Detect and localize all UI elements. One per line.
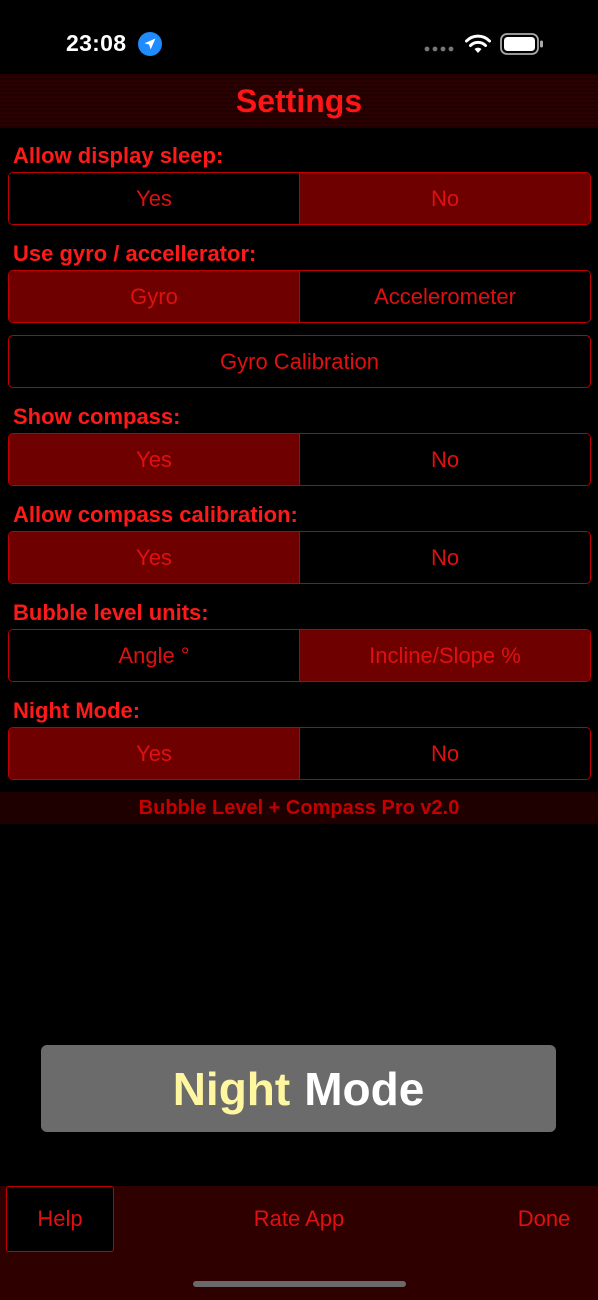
page-title: Settings	[235, 82, 363, 119]
status-bar: 23:08	[0, 0, 598, 72]
show-compass-yes-button[interactable]: Yes	[9, 434, 299, 485]
compass-calibration-no-button[interactable]: No	[299, 532, 590, 583]
gyro-calibration-button[interactable]: Gyro Calibration	[8, 335, 591, 388]
display-sleep-label: Allow display sleep:	[13, 143, 224, 168]
battery-icon	[500, 33, 543, 55]
accelerometer-button[interactable]: Accelerometer	[299, 271, 590, 322]
compass-calibration-segmented-control: Yes No	[8, 531, 591, 584]
night-mode-yes-button[interactable]: Yes	[9, 728, 299, 779]
angle-button[interactable]: Angle °	[9, 630, 299, 681]
show-compass-segmented-control: Yes No	[8, 433, 591, 486]
toast-word-night: Night	[172, 1062, 291, 1115]
toast-word-mode: Mode	[304, 1062, 425, 1115]
done-button[interactable]: Done	[494, 1186, 594, 1252]
home-indicator[interactable]	[193, 1281, 406, 1287]
location-arrow-icon	[138, 32, 162, 56]
signal-icon	[424, 46, 454, 52]
bubble-level-units-segmented-control: Angle ° Incline/Slope %	[8, 629, 591, 682]
compass-calibration-label: Allow compass calibration:	[13, 502, 298, 527]
night-mode-no-button[interactable]: No	[299, 728, 590, 779]
show-compass-label: Show compass:	[13, 404, 181, 429]
wifi-icon	[465, 34, 491, 53]
gyro-accel-label: Use gyro / accellerator:	[13, 241, 257, 266]
display-sleep-no-button[interactable]: No	[299, 173, 590, 224]
compass-calibration-yes-button[interactable]: Yes	[9, 532, 299, 583]
gyro-button[interactable]: Gyro	[9, 271, 299, 322]
night-mode-toast: Night Mode	[41, 1045, 556, 1132]
status-time: 23:08	[66, 30, 127, 56]
night-mode-label: Night Mode:	[13, 698, 141, 723]
show-compass-no-button[interactable]: No	[299, 434, 590, 485]
version-bar: Bubble Level + Compass Pro v2.0	[0, 792, 598, 824]
display-sleep-segmented-control: Yes No	[8, 172, 591, 225]
bubble-level-units-label: Bubble level units:	[13, 600, 209, 625]
title-bar: Settings	[0, 74, 598, 128]
night-mode-segmented-control: Yes No	[8, 727, 591, 780]
version-text: Bubble Level + Compass Pro v2.0	[138, 796, 460, 819]
gyro-accel-segmented-control: Gyro Accelerometer	[8, 270, 591, 323]
rate-app-button[interactable]: Rate App	[224, 1186, 374, 1252]
display-sleep-yes-button[interactable]: Yes	[9, 173, 299, 224]
help-button[interactable]: Help	[6, 1186, 114, 1252]
incline-slope-button[interactable]: Incline/Slope %	[299, 630, 590, 681]
